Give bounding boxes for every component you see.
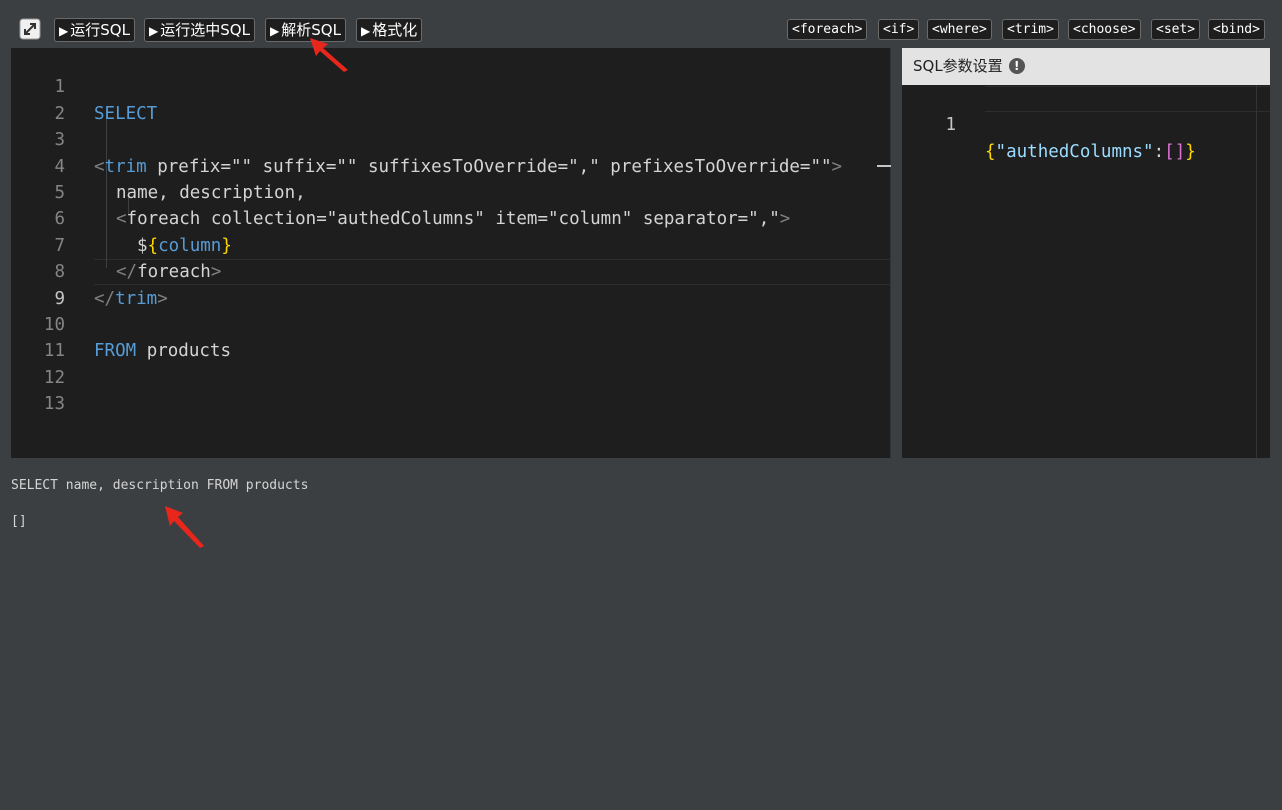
params-header: SQL参数设置!: [902, 48, 1270, 85]
params-editor[interactable]: 1 {"authedColumns":[]}: [902, 86, 1270, 161]
params-title: SQL参数设置: [913, 57, 1003, 75]
run-selected-sql-button[interactable]: ▶ 运行选中SQL: [144, 18, 255, 42]
brace: }: [1185, 141, 1196, 162]
parsed-params-output: []: [11, 514, 27, 529]
insert-choose-button[interactable]: <choose>: [1068, 19, 1141, 40]
run-sql-button[interactable]: ▶ 运行SQL: [54, 18, 135, 42]
code-line: 4 name, description,: [11, 127, 891, 203]
play-icon: ▶: [270, 24, 280, 38]
code-line: 5 <foreach collection="authedColumns" it…: [11, 154, 891, 229]
panel-edge: [1270, 48, 1282, 458]
line-number: 1: [945, 115, 956, 136]
json-key: "authedColumns": [995, 141, 1154, 162]
play-icon: ▶: [59, 24, 69, 38]
info-icon[interactable]: !: [1008, 57, 1025, 74]
insert-if-button[interactable]: <if>: [878, 19, 920, 40]
insert-foreach-button[interactable]: <foreach>: [787, 19, 868, 40]
toolbar: ▶ 运行SQL ▶ 运行选中SQL ▶ 解析SQL ▶ 格式化 <foreach> <i…: [0, 0, 1282, 48]
parsed-sql-output: SELECT name, description FROM products: [11, 478, 309, 493]
code-line: 10 FROM products: [11, 286, 891, 361]
code-line: 1 SELECT: [11, 48, 891, 123]
code-line: 9: [11, 259, 891, 309]
editor-scrollbar[interactable]: [890, 48, 891, 458]
code-line: 13: [11, 365, 891, 414]
code-line: 3 <trim prefix="" suffix="" suffixesToOv…: [11, 101, 891, 176]
code-line: 7 </foreach>: [11, 206, 891, 282]
code-line: 2: [11, 74, 891, 124]
code-line: 6 ${column}: [11, 180, 891, 255]
play-icon: ▶: [361, 24, 371, 38]
insert-where-button[interactable]: <where>: [927, 19, 992, 40]
play-icon: ▶: [149, 24, 159, 38]
annotation-arrow-icon: [165, 506, 204, 548]
sql-editor[interactable]: 1 SELECT 2 3 <trim prefix="" suffix="" s…: [11, 48, 891, 458]
annotation-arrow-icon: [310, 38, 348, 72]
code-line: 12: [11, 338, 891, 388]
expand-icon[interactable]: [19, 18, 41, 40]
line-number: 13: [43, 394, 65, 415]
bracket: [: [1164, 141, 1175, 162]
json-colon: :: [1153, 141, 1165, 162]
sql-params-panel: SQL参数设置! 1 {"authedColumns":[]}: [902, 48, 1270, 458]
code-line: 11: [11, 312, 891, 361]
insert-trim-button[interactable]: <trim>: [1002, 19, 1059, 40]
code-line: 8 </trim>: [11, 233, 891, 308]
format-button[interactable]: ▶ 格式化: [356, 18, 423, 42]
insert-set-button[interactable]: <set>: [1151, 19, 1201, 40]
bracket: ]: [1174, 141, 1186, 162]
insert-bind-button[interactable]: <bind>: [1208, 19, 1265, 40]
overview-ruler-mark: [877, 165, 891, 167]
brace: {: [985, 141, 996, 162]
params-scrollbar[interactable]: [1256, 85, 1257, 458]
